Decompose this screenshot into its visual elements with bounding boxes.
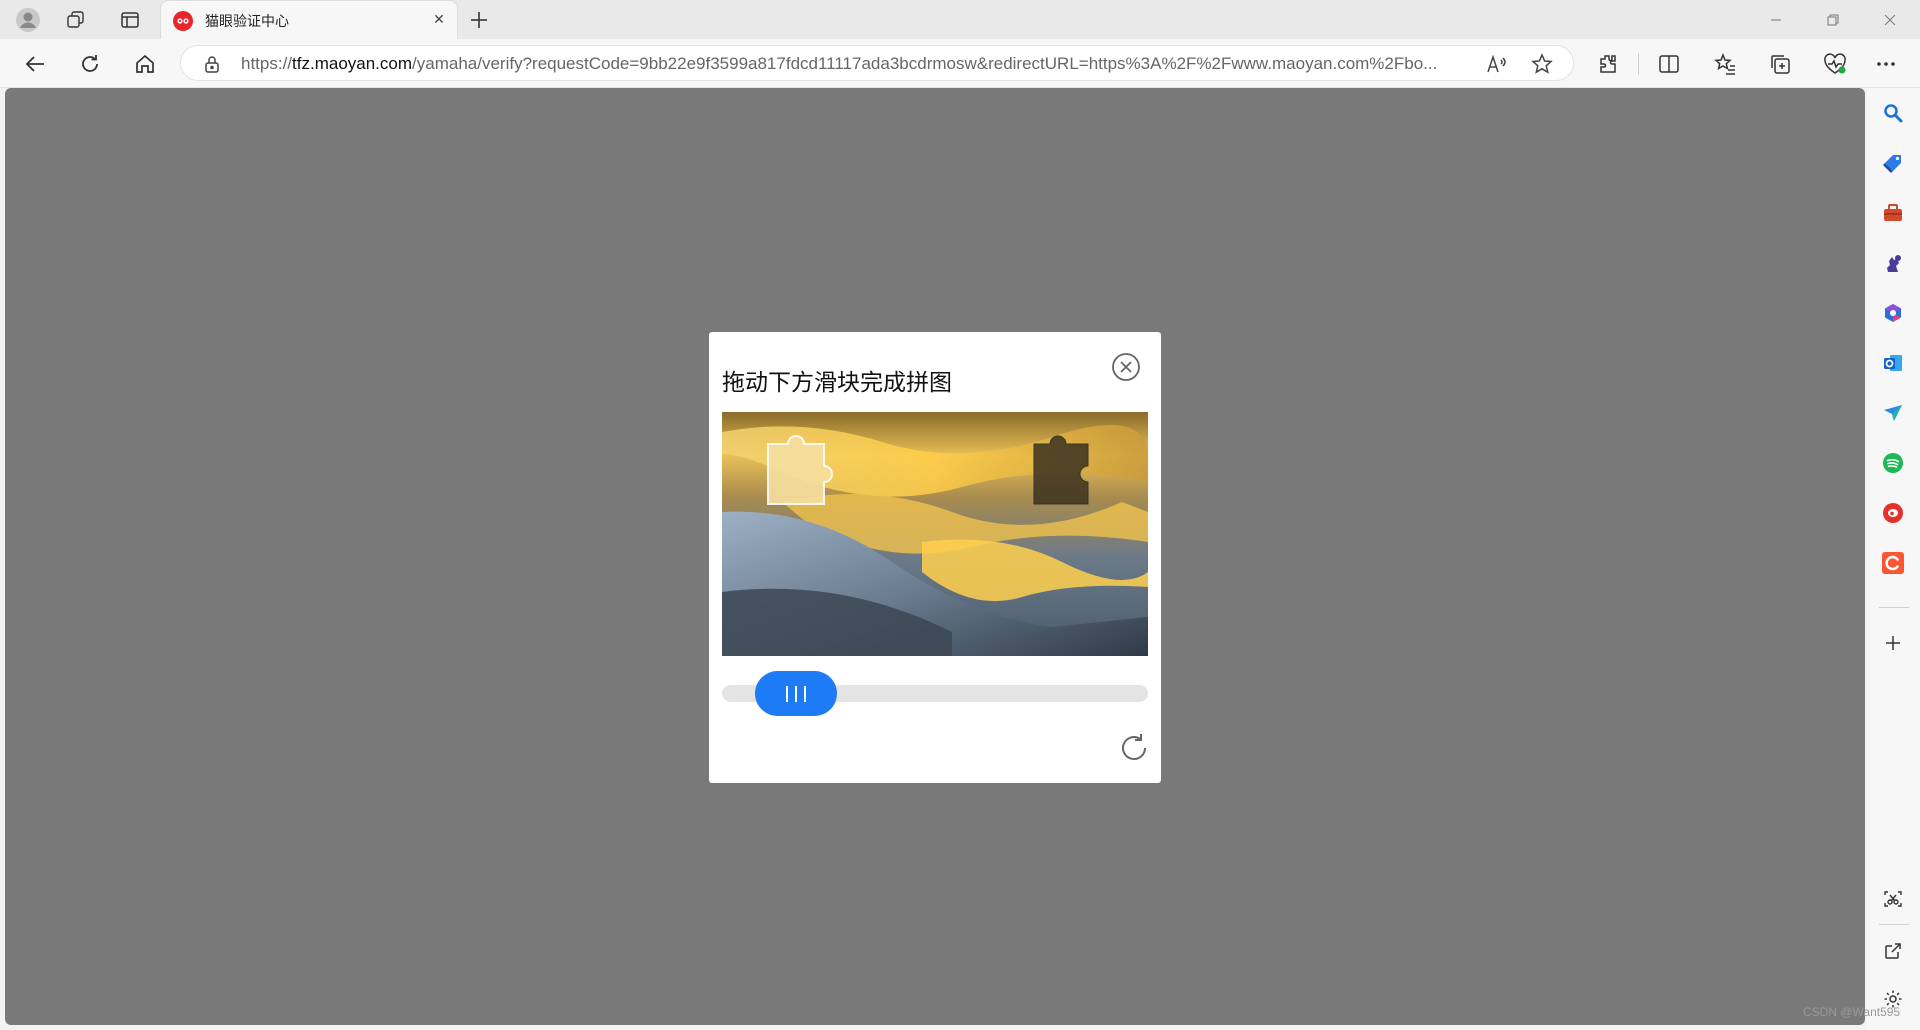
sidebar-divider: [1879, 607, 1909, 608]
outlook-icon[interactable]: [1875, 345, 1911, 381]
csdn-icon[interactable]: [1875, 545, 1911, 581]
extensions-icon[interactable]: [1590, 47, 1626, 80]
search-icon[interactable]: [1875, 95, 1911, 131]
home-button[interactable]: [127, 47, 163, 80]
grip-line: [786, 685, 788, 702]
puzzle-hole: [1033, 435, 1089, 505]
weibo-icon[interactable]: [1875, 495, 1911, 531]
favorite-star-icon[interactable]: [1529, 52, 1555, 76]
sidebar-divider: [1879, 924, 1909, 925]
grip-line: [795, 685, 797, 702]
url-text[interactable]: https://tfz.maoyan.com/yamaha/verify?req…: [241, 54, 1466, 74]
tab-close-icon[interactable]: ✕: [427, 8, 451, 32]
collections-icon[interactable]: [1762, 47, 1798, 80]
workspaces-icon[interactable]: [58, 3, 94, 36]
grip-line: [804, 685, 806, 702]
captcha-title: 拖动下方滑块完成拼图: [722, 370, 952, 396]
toolbox-icon[interactable]: [1875, 195, 1911, 231]
spotify-icon[interactable]: [1875, 445, 1911, 481]
favorites-icon[interactable]: [1707, 47, 1743, 80]
games-icon[interactable]: [1875, 245, 1911, 281]
puzzle-piece[interactable]: [767, 435, 833, 505]
tab-actions-icon[interactable]: [112, 3, 148, 36]
shopping-tag-icon[interactable]: [1875, 145, 1911, 181]
minimize-button[interactable]: [1748, 0, 1804, 39]
profile-icon[interactable]: [10, 3, 46, 36]
add-sidebar-app-icon[interactable]: [1875, 625, 1911, 661]
read-aloud-icon[interactable]: [1484, 52, 1510, 76]
refresh-puzzle-icon[interactable]: [1118, 732, 1150, 764]
split-screen-icon[interactable]: [1651, 47, 1687, 80]
tab-maoyan-verify[interactable]: 猫眼验证中心 ✕: [160, 0, 458, 39]
puzzle-image: [722, 412, 1148, 656]
slider-handle[interactable]: [755, 671, 837, 716]
captcha-dialog: 拖动下方滑块完成拼图: [709, 332, 1161, 783]
toolbar-divider: [1638, 53, 1639, 75]
csdn-watermark: CSDN @Want595: [1803, 1005, 1901, 1019]
lock-icon[interactable]: [203, 55, 221, 73]
microsoft-365-icon[interactable]: [1875, 295, 1911, 331]
toolbar: https://tfz.maoyan.com/yamaha/verify?req…: [0, 39, 1920, 88]
screenshot-icon[interactable]: [1875, 881, 1911, 917]
refresh-button[interactable]: [72, 47, 108, 80]
edge-sidebar: [1867, 88, 1920, 1030]
tab-title: 猫眼验证中心: [205, 14, 289, 30]
tab-bar: 猫眼验证中心 ✕: [0, 0, 1920, 39]
url-host: tfz.maoyan.com: [292, 54, 413, 73]
close-window-button[interactable]: [1862, 0, 1918, 39]
browser-essentials-icon[interactable]: [1817, 47, 1853, 80]
close-circle-icon[interactable]: [1111, 352, 1141, 382]
address-bar[interactable]: https://tfz.maoyan.com/yamaha/verify?req…: [180, 45, 1574, 81]
maoyan-favicon-icon: [173, 11, 193, 31]
new-tab-button[interactable]: [463, 4, 495, 35]
url-scheme: https://: [241, 54, 293, 73]
back-button[interactable]: [17, 47, 53, 80]
open-in-window-icon[interactable]: [1875, 933, 1911, 969]
send-icon[interactable]: [1875, 395, 1911, 431]
more-menu-icon[interactable]: [1868, 47, 1904, 80]
url-path: /yamaha/verify?requestCode=9bb22e9f3599a…: [412, 54, 1438, 73]
restore-button[interactable]: [1805, 0, 1861, 39]
sand-dunes-image: [722, 412, 1148, 656]
